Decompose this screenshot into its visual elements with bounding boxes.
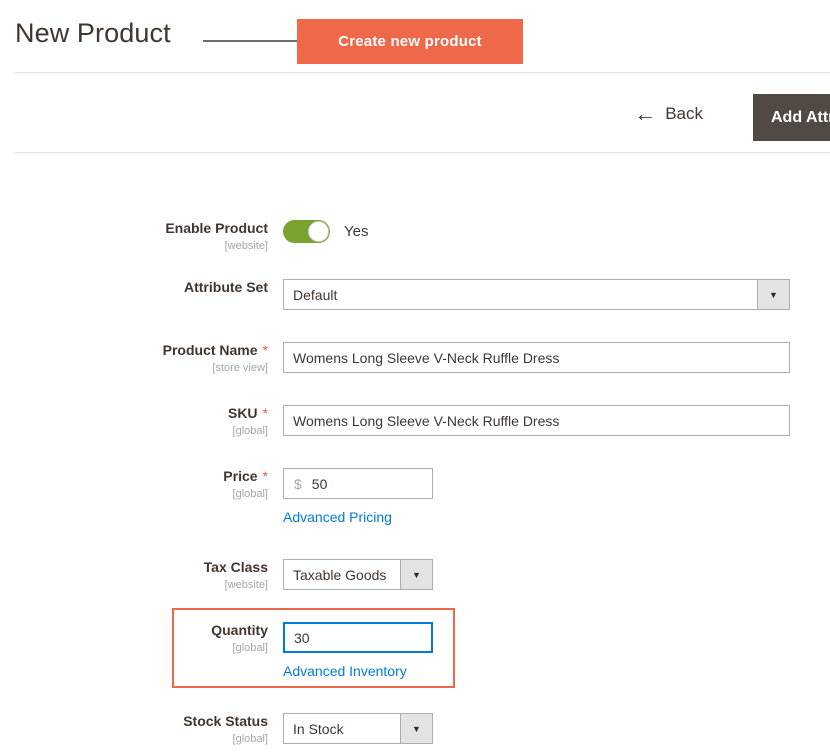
field-product-name: Product Name * [store view] xyxy=(0,342,830,374)
scope-text: [global] xyxy=(232,642,268,654)
action-bar-divider xyxy=(15,152,830,153)
field-control-quantity: Advanced Inventory xyxy=(283,622,433,679)
attribute-set-value: Default xyxy=(293,286,338,303)
field-stock-status: Stock Status [global] In Stock ▼ xyxy=(0,713,830,745)
action-bar: ← Back xyxy=(0,73,830,152)
tax-class-value: Taxable Goods xyxy=(293,566,387,583)
label-text: Product Name xyxy=(162,342,258,358)
add-attribute-label: Add Attribute xyxy=(771,108,830,126)
required-marker: * xyxy=(262,405,268,421)
field-tax-class: Tax Class [website] Taxable Goods ▼ xyxy=(0,559,830,591)
required-marker: * xyxy=(262,468,268,484)
price-input[interactable] xyxy=(307,475,432,492)
field-label-enable-product: Enable Product [website] xyxy=(0,220,268,252)
field-attribute-set: Attribute Set Default ▼ xyxy=(0,279,830,310)
tax-class-select[interactable]: Taxable Goods ▼ xyxy=(283,559,433,590)
field-label-quantity: Quantity [global] xyxy=(0,622,268,654)
enable-product-toggle-value: Yes xyxy=(344,223,369,240)
field-control-product-name xyxy=(283,342,790,373)
field-enable-product: Enable Product [website] Yes xyxy=(0,220,830,252)
enable-product-toggle[interactable] xyxy=(283,220,330,243)
product-name-input[interactable] xyxy=(283,342,790,373)
callout-connector-line xyxy=(203,40,300,42)
field-quantity: Quantity [global] Advanced Inventory xyxy=(0,622,830,679)
scope-text: [global] xyxy=(232,733,268,745)
label-text: Tax Class xyxy=(203,559,268,575)
field-label-stock-status: Stock Status [global] xyxy=(0,713,268,745)
quantity-input[interactable] xyxy=(283,622,433,653)
field-label-price: Price * [global] xyxy=(0,468,268,500)
scope-text: [store view] xyxy=(212,362,268,374)
required-marker: * xyxy=(262,342,268,358)
scope-text: [website] xyxy=(224,240,268,252)
scope-text: [global] xyxy=(232,488,268,500)
chevron-down-icon: ▼ xyxy=(757,280,789,309)
back-button[interactable]: ← Back xyxy=(634,103,703,125)
field-control-enable-product: Yes xyxy=(283,220,368,243)
label-text: Price xyxy=(223,468,258,484)
stock-status-select[interactable]: In Stock ▼ xyxy=(283,713,433,744)
callout-create-new-product: Create new product xyxy=(297,19,523,64)
label-text: Enable Product xyxy=(165,220,268,236)
attribute-set-select[interactable]: Default ▼ xyxy=(283,279,790,310)
field-control-price: $ Advanced Pricing xyxy=(283,468,433,525)
callout-label: Create new product xyxy=(338,33,482,50)
back-button-label: Back xyxy=(665,104,703,123)
field-label-product-name: Product Name * [store view] xyxy=(0,342,268,374)
field-label-attribute-set: Attribute Set xyxy=(0,279,268,297)
field-sku: SKU * [global] xyxy=(0,405,830,437)
field-label-tax-class: Tax Class [website] xyxy=(0,559,268,591)
label-text: Attribute Set xyxy=(184,279,268,295)
add-attribute-button[interactable]: Add Attribute xyxy=(753,94,830,141)
arrow-left-icon: ← xyxy=(634,101,657,126)
page-title: New Product xyxy=(15,18,171,48)
label-text: Quantity xyxy=(211,622,268,638)
scope-text: [website] xyxy=(224,579,268,591)
label-text: SKU xyxy=(227,405,258,421)
advanced-inventory-link[interactable]: Advanced Inventory xyxy=(283,663,407,679)
field-control-sku xyxy=(283,405,790,436)
field-control-stock-status: In Stock ▼ xyxy=(283,713,433,744)
toggle-knob xyxy=(308,221,329,242)
currency-symbol: $ xyxy=(294,475,302,492)
field-control-attribute-set: Default ▼ xyxy=(283,279,790,310)
sku-input[interactable] xyxy=(283,405,790,436)
field-label-sku: SKU * [global] xyxy=(0,405,268,437)
advanced-pricing-link[interactable]: Advanced Pricing xyxy=(283,509,392,525)
scope-text: [global] xyxy=(232,425,268,437)
field-price: Price* [global] $ Advanced Pricing xyxy=(0,468,830,525)
page-header: New Product Create new product xyxy=(0,0,830,72)
chevron-down-icon: ▼ xyxy=(400,714,432,743)
chevron-down-icon: ▼ xyxy=(400,560,432,589)
price-input-group: $ xyxy=(283,468,433,499)
stock-status-value: In Stock xyxy=(293,720,344,737)
field-control-tax-class: Taxable Goods ▼ xyxy=(283,559,433,590)
label-text: Stock Status xyxy=(183,713,268,729)
